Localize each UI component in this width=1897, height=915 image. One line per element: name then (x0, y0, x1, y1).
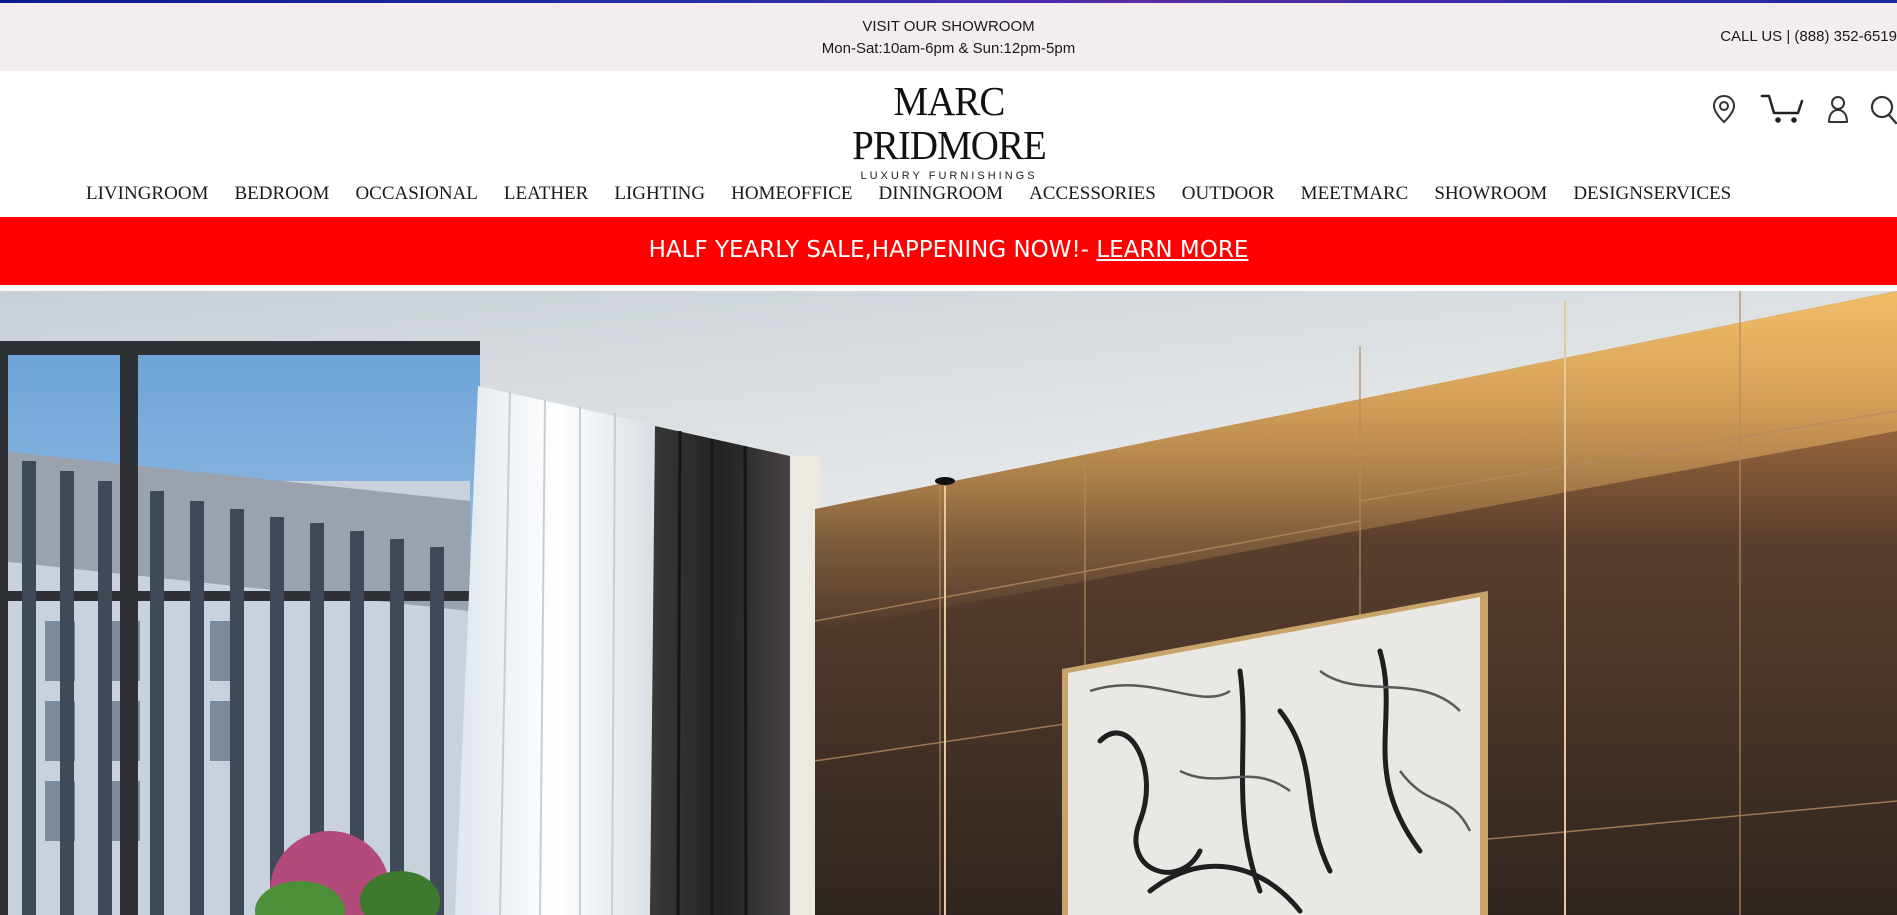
account-icon[interactable] (1826, 94, 1850, 129)
top-info-bar: VISIT OUR SHOWROOM Mon-Sat:10am-6pm & Su… (0, 3, 1897, 71)
showroom-info: VISIT OUR SHOWROOM Mon-Sat:10am-6pm & Su… (0, 16, 1897, 60)
nav-item-outdoor[interactable]: OUTDOOR (1182, 183, 1275, 205)
search-icon[interactable] (1868, 95, 1897, 130)
showroom-hours: Mon-Sat:10am-6pm & Sun:12pm-5pm (821, 40, 1076, 57)
cart-icon[interactable] (1760, 93, 1804, 130)
sale-banner-text: HALF YEARLY SALE,HAPPENING NOW!- (648, 237, 1097, 263)
nav-item-livingroom[interactable]: LIVINGROOM (86, 183, 208, 205)
logo[interactable]: MARC PRIDMORE LUXURY FURNISHINGS (818, 79, 1080, 183)
main-navigation: LIVINGROOM BEDROOM OCCASIONAL LEATHER LIGHTI… (86, 179, 1757, 209)
hero-image (0, 291, 1897, 915)
logo-name: MARC PRIDMORE (852, 78, 1047, 168)
nav-item-homeoffice[interactable]: HOMEOFFICE (731, 183, 852, 205)
nav-item-showroom[interactable]: SHOWROOM (1434, 183, 1547, 205)
visit-showroom-link[interactable]: VISIT OUR SHOWROOM (0, 16, 1897, 38)
nav-item-meetmarc[interactable]: MEETMARC (1301, 183, 1409, 205)
nav-item-occasional[interactable]: OCCASIONAL (355, 183, 477, 205)
location-pin-icon[interactable] (1712, 94, 1736, 129)
nav-item-diningroom[interactable]: DININGROOM (879, 183, 1004, 205)
nav-item-accessories[interactable]: ACCESSORIES (1029, 183, 1156, 205)
nav-item-leather[interactable]: LEATHER (504, 183, 588, 205)
call-us-phone[interactable]: CALL US | (888) 352-6519 (1720, 28, 1897, 45)
sale-banner: HALF YEARLY SALE,HAPPENING NOW!- LEARN M… (0, 217, 1897, 285)
learn-more-link[interactable]: LEARN MORE (1096, 237, 1248, 263)
site-header: MARC PRIDMORE LUXURY FURNISHINGS LIVINGR… (0, 71, 1897, 217)
nav-item-designservices[interactable]: DESIGNSERVICES (1573, 183, 1731, 205)
nav-item-bedroom[interactable]: BEDROOM (234, 183, 329, 205)
nav-item-lighting[interactable]: LIGHTING (614, 183, 705, 205)
